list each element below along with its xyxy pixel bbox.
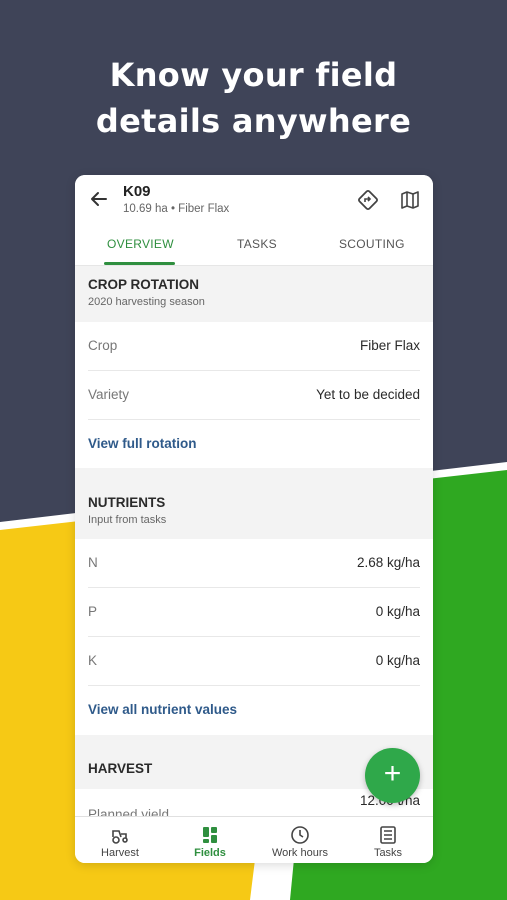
row-value: 0 kg/ha xyxy=(375,653,420,668)
tab-bar: OVERVIEW TASKS SCOUTING xyxy=(75,223,433,266)
section-title: HARVEST xyxy=(88,761,153,776)
variety-row: Variety Yet to be decided xyxy=(75,371,433,420)
nav-work-hours[interactable]: Work hours xyxy=(255,817,345,863)
nav-label: Fields xyxy=(194,847,226,859)
nav-label: Tasks xyxy=(373,847,403,859)
headline-line2: details anywhere xyxy=(95,102,412,140)
crop-row: Crop Fiber Flax xyxy=(75,322,433,371)
nutrients-header: NUTRIENTS Input from tasks xyxy=(75,484,433,538)
page-title: K09 xyxy=(123,183,151,200)
nutrients-card: N 2.68 kg/ha P 0 kg/ha K 0 kg/ha View al… xyxy=(75,539,433,735)
tab-scouting[interactable]: SCOUTING xyxy=(339,237,405,251)
row-label: Crop xyxy=(88,338,118,353)
section-title: CROP ROTATION xyxy=(88,277,199,292)
row-label: P xyxy=(88,604,98,619)
overview-content: CROP ROTATION 2020 harvesting season Cro… xyxy=(75,266,433,816)
section-subtitle: 2020 harvesting season xyxy=(88,296,205,308)
nutrient-k-row: K 0 kg/ha xyxy=(75,637,433,686)
nav-tasks[interactable]: Tasks xyxy=(343,817,433,863)
view-all-nutrients-link[interactable]: View all nutrient values xyxy=(88,702,237,717)
plus-icon: + xyxy=(383,757,402,790)
row-value: 0 kg/ha xyxy=(375,604,420,619)
section-title: NUTRIENTS xyxy=(88,495,166,510)
row-label: Variety xyxy=(88,387,130,402)
tab-tasks[interactable]: TASKS xyxy=(237,237,277,251)
tractor-icon xyxy=(112,830,128,844)
view-full-rotation-link[interactable]: View full rotation xyxy=(88,436,197,451)
row-value: 2.68 kg/ha xyxy=(356,555,420,570)
nutrient-p-row: P 0 kg/ha xyxy=(75,588,433,637)
fields-icon xyxy=(203,827,217,843)
nav-label: Harvest xyxy=(101,847,139,859)
row-label: N xyxy=(88,555,98,570)
clock-icon xyxy=(291,826,309,844)
nav-label: Work hours xyxy=(271,847,329,859)
nav-harvest[interactable]: Harvest xyxy=(75,817,165,863)
add-fab-button[interactable]: + xyxy=(365,748,420,803)
row-value: Fiber Flax xyxy=(359,338,420,353)
page-subtitle: 10.69 ha • Fiber Flax xyxy=(123,203,230,215)
tab-overview[interactable]: OVERVIEW xyxy=(107,237,174,251)
tasks-icon xyxy=(380,826,396,844)
row-value: Yet to be decided xyxy=(316,387,420,402)
phone-screen: K09 10.69 ha • Fiber Flax OVERVIEW TASKS… xyxy=(75,175,433,863)
nutrient-n-row: N 2.68 kg/ha xyxy=(75,539,433,588)
bottom-navigation: Harvest Fields Work hours Tasks xyxy=(75,816,433,863)
tab-indicator xyxy=(104,262,175,265)
nav-fields[interactable]: Fields xyxy=(165,817,255,863)
directions-icon[interactable] xyxy=(357,189,379,211)
divider xyxy=(88,419,420,420)
divider xyxy=(88,685,420,686)
crop-rotation-header: CROP ROTATION 2020 harvesting season xyxy=(75,266,433,320)
headline-line1: Know your field xyxy=(109,56,398,94)
app-bar: K09 10.69 ha • Fiber Flax xyxy=(75,175,433,223)
section-subtitle: Input from tasks xyxy=(88,514,167,526)
row-label: K xyxy=(88,653,98,668)
row-label: Planned yield xyxy=(88,807,170,816)
map-icon[interactable] xyxy=(399,189,421,211)
crop-rotation-card: Crop Fiber Flax Variety Yet to be decide… xyxy=(75,322,433,468)
headline: Know your field details anywhere xyxy=(0,52,507,144)
arrow-left-icon[interactable] xyxy=(89,189,109,209)
